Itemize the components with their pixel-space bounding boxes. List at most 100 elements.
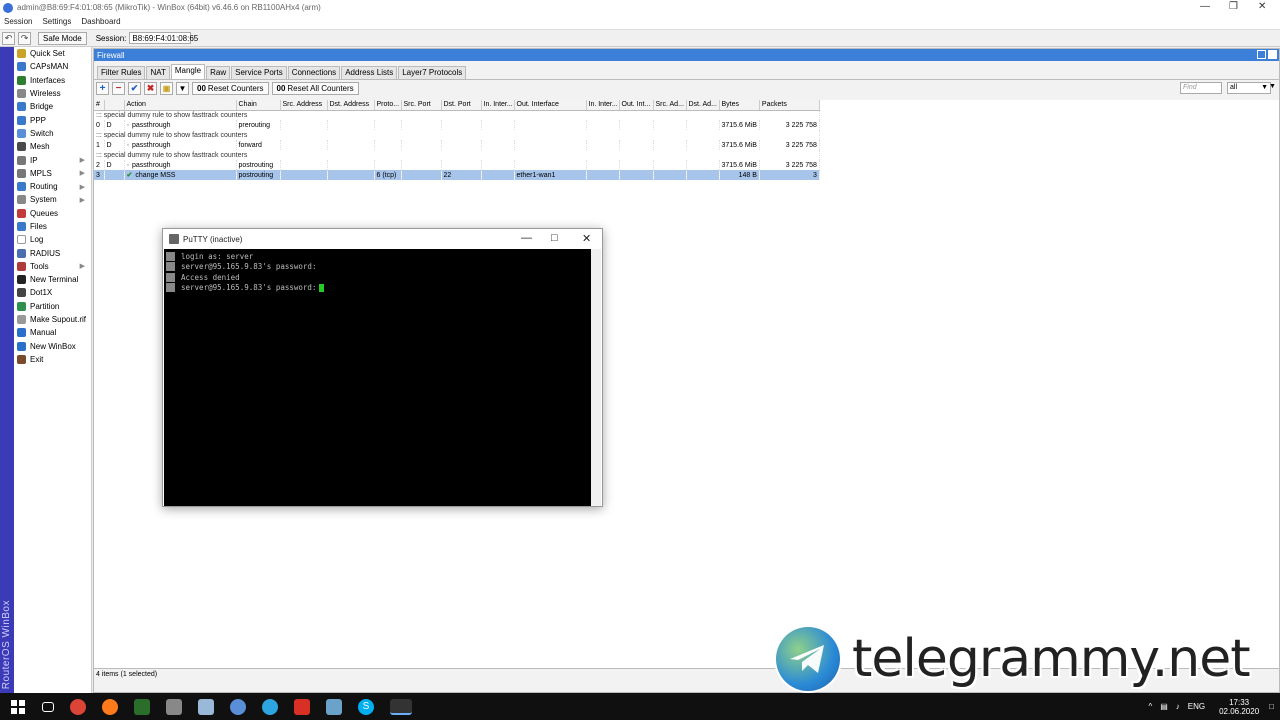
sidebar-item-make-supout-rif[interactable]: Make Supout.rif — [14, 313, 91, 326]
table-row[interactable]: 0 D ▫ passthrough prerouting 3715.6 MiB 3 225 … — [94, 120, 820, 130]
terminal-screen[interactable]: login as: server server@95.165.9.83's pa… — [164, 249, 591, 506]
table-row[interactable]: 1 D ▫ passthrough forward 3715.6 MiB 3 225 758 — [94, 140, 820, 150]
find-input[interactable]: Find — [1180, 82, 1222, 94]
column-header[interactable]: In. Inter... — [586, 100, 620, 111]
sidebar-item-interfaces[interactable]: Interfaces — [14, 74, 91, 87]
firefox-icon[interactable] — [102, 698, 118, 715]
sidebar-item-manual[interactable]: Manual — [14, 326, 91, 339]
tab-raw[interactable]: Raw — [206, 66, 231, 79]
printer-icon[interactable] — [166, 698, 182, 715]
table-row[interactable]: 2 D ▫ passthrough postrouting 3715.6 MiB 3 225… — [94, 160, 820, 170]
tab-filter-rules[interactable]: Filter Rules — [97, 66, 146, 79]
column-header[interactable]: Action — [124, 100, 237, 111]
tab-connections[interactable]: Connections — [287, 66, 341, 79]
close-icon[interactable] — [1268, 50, 1277, 59]
menu-settings[interactable]: Settings — [42, 17, 71, 26]
sidebar-item-mpls[interactable]: MPLS ▶ — [14, 167, 91, 180]
column-header[interactable]: # — [94, 100, 105, 111]
tab-nat[interactable]: NAT — [146, 66, 170, 79]
maximize-icon[interactable] — [1257, 50, 1266, 59]
terminal-scrollbar[interactable] — [591, 249, 601, 506]
column-header[interactable] — [104, 100, 125, 111]
sidebar-item-ppp[interactable]: PPP — [14, 113, 91, 126]
column-header[interactable]: Chain — [236, 100, 281, 111]
notifications-icon[interactable]: □ — [1269, 702, 1274, 711]
column-header[interactable]: Src. Ad... — [653, 100, 687, 111]
sidebar-item-exit[interactable]: Exit — [14, 353, 91, 366]
sidebar-item-routing[interactable]: Routing ▶ — [14, 180, 91, 193]
maximize-icon[interactable]: □ — [551, 232, 558, 244]
comment-icon[interactable]: ▣ — [160, 82, 173, 95]
tab-address-lists[interactable]: Address Lists — [341, 66, 398, 79]
windows-start-icon[interactable] — [10, 699, 26, 715]
tab-mangle[interactable]: Mangle — [170, 64, 206, 79]
filter-select[interactable]: all ▼ — [1227, 82, 1271, 94]
column-header[interactable]: Dst. Address — [327, 100, 375, 111]
tab-layer7-protocols[interactable]: Layer7 Protocols — [398, 66, 467, 79]
undo-icon[interactable]: ↶ — [2, 31, 15, 45]
volume-icon[interactable]: ♪ — [1176, 702, 1180, 711]
column-header[interactable]: Proto... — [374, 100, 402, 111]
column-header[interactable]: Dst. Ad... — [686, 100, 720, 111]
column-header[interactable]: Out. Int... — [619, 100, 654, 111]
tab-service-ports[interactable]: Service Ports — [231, 66, 287, 79]
sidebar-item-wireless[interactable]: Wireless — [14, 87, 91, 100]
sidebar-item-files[interactable]: Files — [14, 220, 91, 233]
close-icon[interactable]: ✕ — [1258, 1, 1266, 12]
sidebar-item-system[interactable]: System ▶ — [14, 193, 91, 206]
putty-titlebar[interactable]: PuTTY (inactive) — □ ✕ — [163, 229, 602, 249]
app-icon[interactable] — [134, 698, 150, 715]
add-icon[interactable]: + — [96, 82, 109, 95]
sidebar-item-dot1x[interactable]: Dot1X — [14, 286, 91, 299]
sidebar-item-ip[interactable]: IP ▶ — [14, 153, 91, 166]
column-header[interactable]: Out. Interface — [514, 100, 587, 111]
column-header[interactable]: In. Inter... — [481, 100, 515, 111]
browser-icon[interactable] — [230, 698, 246, 715]
column-header[interactable]: Packets — [759, 100, 820, 111]
chrome-icon[interactable] — [70, 698, 86, 715]
minimize-icon[interactable]: — — [1200, 1, 1210, 12]
close-icon[interactable]: ✕ — [582, 232, 591, 245]
putty-window[interactable]: PuTTY (inactive) — □ ✕ login as: server … — [162, 228, 603, 507]
remove-icon[interactable]: − — [112, 82, 125, 95]
sidebar-item-capsman[interactable]: CAPsMAN — [14, 60, 91, 73]
sidebar-item-new-terminal[interactable]: New Terminal — [14, 273, 91, 286]
clock[interactable]: 17:33 02.06.2020 — [1219, 698, 1259, 716]
document-icon[interactable] — [198, 698, 214, 715]
chevron-up-icon[interactable]: ^ — [1148, 702, 1152, 711]
reset-all-counters-button[interactable]: 00 Reset All Counters — [271, 82, 359, 95]
minimize-icon[interactable]: — — [521, 232, 532, 244]
redo-icon[interactable]: ↷ — [18, 31, 31, 45]
column-header[interactable]: Dst. Port — [441, 100, 482, 111]
sidebar-item-bridge[interactable]: Bridge — [14, 100, 91, 113]
network-icon[interactable]: ▤ — [1160, 702, 1168, 711]
language-indicator[interactable]: ENG — [1188, 702, 1205, 711]
sidebar-item-radius[interactable]: RADIUS — [14, 246, 91, 259]
video-icon[interactable] — [294, 698, 310, 715]
menu-dashboard[interactable]: Dashboard — [81, 17, 120, 26]
column-header[interactable]: Src. Address — [280, 100, 328, 111]
enable-icon[interactable]: ✔ — [128, 82, 141, 95]
reset-counters-button[interactable]: 00 Reset Counters — [192, 82, 269, 95]
comment-row[interactable]: ::: special dummy rule to show fasttrack… — [94, 150, 820, 160]
comment-row[interactable]: ::: special dummy rule to show fasttrack… — [94, 130, 820, 140]
sidebar-item-queues[interactable]: Queues — [14, 207, 91, 220]
sidebar-item-mesh[interactable]: Mesh — [14, 140, 91, 153]
column-header[interactable]: Bytes — [719, 100, 760, 111]
sidebar-item-log[interactable]: Log — [14, 233, 91, 246]
sidebar-item-partition[interactable]: Partition — [14, 300, 91, 313]
restore-icon[interactable]: ❐ — [1229, 1, 1238, 12]
sidebar-item-quick-set[interactable]: Quick Set — [14, 47, 91, 60]
safe-mode-button[interactable]: Safe Mode — [38, 31, 87, 45]
disable-icon[interactable]: ✖ — [144, 82, 157, 95]
putty-taskbar-icon[interactable] — [390, 698, 412, 715]
chevron-down-icon[interactable]: ▼ — [1269, 83, 1276, 90]
notepad-icon[interactable] — [326, 698, 342, 715]
table-row[interactable]: 3 ✔ change MSS postrouting 6 (tcp) 22 ether1-w… — [94, 170, 820, 180]
sidebar-item-tools[interactable]: Tools ▶ — [14, 260, 91, 273]
sidebar-item-new-winbox[interactable]: New WinBox — [14, 340, 91, 353]
column-header[interactable]: Src. Port — [401, 100, 442, 111]
skype-icon[interactable]: S — [358, 698, 374, 715]
sidebar-item-switch[interactable]: Switch — [14, 127, 91, 140]
task-view-icon[interactable] — [42, 701, 54, 712]
